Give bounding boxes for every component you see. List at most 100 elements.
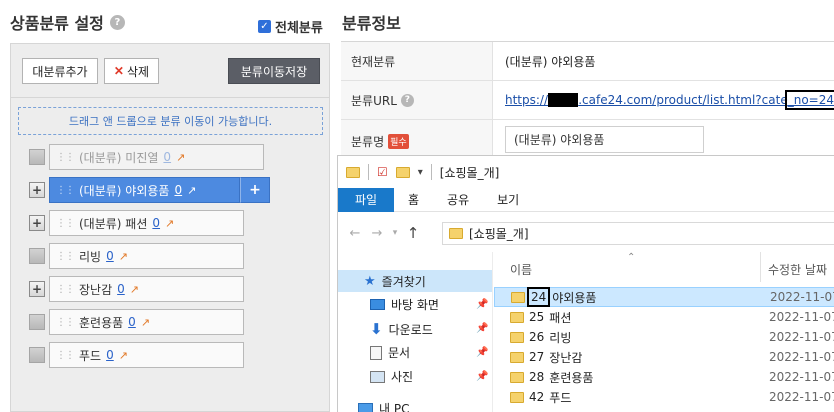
column-name[interactable]: 이름 xyxy=(510,261,532,278)
category-url-value[interactable]: https:// .cafe24.com/product/list.html?c… xyxy=(493,81,834,119)
tab-file[interactable]: 파일 xyxy=(338,187,394,212)
download-icon: ⬇ xyxy=(370,320,383,338)
nav-item-documents[interactable]: 문서 xyxy=(370,344,410,361)
drag-handle-icon[interactable]: ⋮⋮ xyxy=(56,350,75,361)
folder-icon xyxy=(510,331,524,343)
url-prefix[interactable]: https:// xyxy=(505,93,548,107)
tab-view[interactable]: 보기 xyxy=(483,188,533,212)
tree-node-food[interactable]: ⋮⋮ 푸드 0 ↗ xyxy=(49,342,244,368)
drag-handle-icon[interactable]: ⋮⋮ xyxy=(56,251,75,262)
computer-icon xyxy=(358,403,373,412)
all-category-checkbox[interactable]: ✓ 전체분류 xyxy=(258,17,323,36)
external-link-icon[interactable]: ↗ xyxy=(119,250,128,263)
page-title: 상품분류 설정 ? xyxy=(10,10,125,34)
forward-arrow-icon[interactable]: → xyxy=(366,226,388,241)
pin-icon[interactable]: 📌 xyxy=(476,347,488,358)
tree-node-fashion[interactable]: ⋮⋮ (대분류) 패션 0 ↗ xyxy=(49,210,244,236)
file-row[interactable]: 27 장난감 2022-11-07 xyxy=(494,347,834,367)
tree-node-count[interactable]: 0 xyxy=(117,282,125,296)
nav-item-downloads[interactable]: ⬇ 다운로드 xyxy=(370,320,433,338)
pin-icon[interactable]: 📌 xyxy=(476,371,488,382)
file-row[interactable]: 28 훈련용품 2022-11-07 xyxy=(494,367,834,387)
new-folder-icon[interactable] xyxy=(395,166,410,178)
folder-icon xyxy=(29,248,45,264)
nav-item-label: 문서 xyxy=(388,346,411,360)
nav-quick-access[interactable]: ★ 즐겨찾기 xyxy=(338,270,492,292)
drag-handle-icon[interactable]: ⋮⋮ xyxy=(56,218,75,229)
properties-check-icon[interactable]: ☑ xyxy=(377,165,388,179)
tree-node-label: (대분류) 미진열 xyxy=(79,150,159,165)
up-arrow-icon[interactable]: ↑ xyxy=(402,224,424,242)
expand-icon[interactable]: + xyxy=(29,281,45,297)
tree-row: + ⋮⋮ 장난감 0 ↗ xyxy=(29,276,244,302)
external-link-icon[interactable]: ↗ xyxy=(176,151,185,164)
pin-icon[interactable]: 📌 xyxy=(476,323,488,334)
add-category-button[interactable]: 대분류추가 xyxy=(22,58,98,84)
star-icon: ★ xyxy=(364,273,376,289)
tree-node-count[interactable]: 0 xyxy=(152,216,160,230)
nav-item-label: 다운로드 xyxy=(388,322,433,337)
drag-handle-icon[interactable]: ⋮⋮ xyxy=(56,317,75,328)
tree-row: ⋮⋮ 리빙 0 ↗ xyxy=(29,243,244,269)
url-highlight[interactable]: _no=24 xyxy=(784,90,834,110)
column-divider[interactable] xyxy=(760,252,761,282)
delete-button[interactable]: ✕ 삭제 xyxy=(104,58,159,84)
tree-node-count[interactable]: 0 xyxy=(163,150,171,164)
expand-icon[interactable]: + xyxy=(29,182,45,198)
external-link-icon[interactable]: ↗ xyxy=(141,316,150,329)
back-arrow-icon[interactable]: ← xyxy=(344,226,366,241)
tree-node-label: (대분류) 야외용품 xyxy=(79,183,170,198)
folder-icon xyxy=(29,149,45,165)
tree-node-outdoor[interactable]: ⋮⋮ (대분류) 야외용품 0 ↗ xyxy=(49,177,240,203)
explorer-title: [쇼핑몰_개] xyxy=(439,165,500,180)
file-row[interactable]: 26 리빙 2022-11-07 xyxy=(494,327,834,347)
category-name-input[interactable]: (대분류) 야외용품 xyxy=(505,126,704,153)
help-icon[interactable]: ? xyxy=(400,93,414,107)
required-badge: 필수 xyxy=(388,134,409,149)
tab-share[interactable]: 공유 xyxy=(433,188,483,212)
url-middle[interactable]: .cafe24.com/product/list.html?cate xyxy=(578,93,788,107)
column-date[interactable]: 수정한 날짜 xyxy=(768,261,827,278)
tree-node-count[interactable]: 0 xyxy=(106,249,114,263)
file-row[interactable]: 25 패션 2022-11-07 xyxy=(494,307,834,327)
file-row[interactable]: 24 야외용품 2022-11-07 xyxy=(494,287,834,307)
file-number: 27 xyxy=(529,350,545,364)
external-link-icon[interactable]: ↗ xyxy=(165,217,174,230)
file-row[interactable]: 42 푸드 2022-11-07 xyxy=(494,387,834,407)
tree-node-count[interactable]: 0 xyxy=(128,315,136,329)
current-category-value: (대분류) 야외용품 xyxy=(505,54,596,69)
explorer-titlebar: ☑ ▾ [쇼핑몰_개] xyxy=(338,156,834,188)
external-link-icon[interactable]: ↗ xyxy=(130,283,139,296)
tree-node-living[interactable]: ⋮⋮ 리빙 0 ↗ xyxy=(49,243,244,269)
nav-item-pictures[interactable]: 사진 xyxy=(370,368,413,385)
category-name-label-text: 분류명 xyxy=(351,135,385,149)
nav-this-pc[interactable]: 내 PC xyxy=(358,400,409,412)
file-date: 2022-11-07 xyxy=(769,370,834,384)
tree-node-unlisted[interactable]: ⋮⋮ (대분류) 미진열 0 ↗ xyxy=(49,144,264,170)
expand-icon[interactable]: + xyxy=(29,215,45,231)
address-box[interactable]: [쇼핑몰_개] xyxy=(442,222,834,245)
tree-node-count[interactable]: 0 xyxy=(106,348,114,362)
pin-icon[interactable]: 📌 xyxy=(476,299,488,310)
chevron-down-icon[interactable]: ▾ xyxy=(388,228,402,238)
help-icon[interactable]: ? xyxy=(109,14,125,30)
tree-row: + ⋮⋮ (대분류) 야외용품 0 ↗ + xyxy=(29,177,270,203)
file-label: 푸드 xyxy=(549,390,572,405)
tab-home[interactable]: 홈 xyxy=(394,188,433,212)
external-link-icon[interactable]: ↗ xyxy=(187,184,196,197)
nav-item-desktop[interactable]: 바탕 화면 xyxy=(370,296,439,313)
category-tree: 드래그 앤 드롭으로 분류 이동이 가능합니다. ⋮⋮ (대분류) 미진열 0 … xyxy=(11,99,329,412)
external-link-icon[interactable]: ↗ xyxy=(119,349,128,362)
save-move-button[interactable]: 분류이동저장 xyxy=(228,58,320,84)
file-date: 2022-11-07 xyxy=(770,290,834,304)
drag-handle-icon[interactable]: ⋮⋮ xyxy=(56,284,75,295)
add-subcategory-button[interactable]: + xyxy=(240,177,270,203)
drag-handle-icon[interactable]: ⋮⋮ xyxy=(56,152,75,163)
info-row-url: 분류URL ? https:// .cafe24.com/product/lis… xyxy=(341,81,834,120)
tree-node-count[interactable]: 0 xyxy=(174,183,182,197)
current-category-label: 현재분류 xyxy=(341,42,493,80)
chevron-down-icon[interactable]: ▾ xyxy=(418,167,423,178)
drag-handle-icon[interactable]: ⋮⋮ xyxy=(56,185,75,196)
tree-node-toys[interactable]: ⋮⋮ 장난감 0 ↗ xyxy=(49,276,244,302)
tree-node-training[interactable]: ⋮⋮ 훈련용품 0 ↗ xyxy=(49,309,244,335)
